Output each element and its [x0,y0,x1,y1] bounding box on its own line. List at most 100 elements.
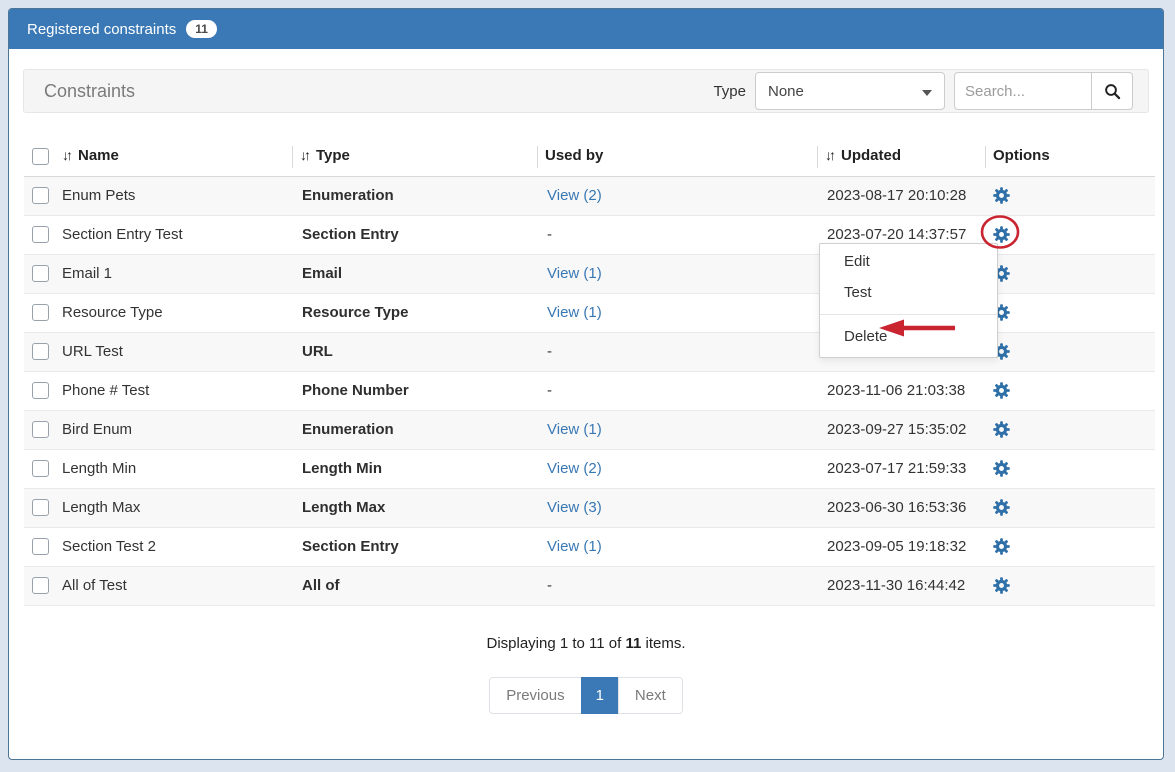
constraint-type: Enumeration [302,187,394,204]
select-all-checkbox[interactable] [32,148,49,165]
search-input[interactable] [954,72,1092,110]
constraint-name: URL Test [62,343,123,360]
row-checkbox[interactable] [32,382,49,399]
updated-timestamp: 2023-09-27 15:35:02 [827,421,966,438]
row-checkbox[interactable] [32,538,49,555]
constraint-name: Bird Enum [62,421,132,438]
constraint-type: Section Entry [302,538,399,555]
type-filter-select[interactable]: None [755,72,945,110]
sort-icon: ↓↑ [62,147,70,163]
constraint-type: Length Max [302,499,385,516]
options-gear-button[interactable] [993,538,1010,555]
row-checkbox[interactable] [32,343,49,360]
updated-timestamp: 2023-09-05 19:18:32 [827,538,966,555]
used-by-none: - [547,577,552,594]
table-toolbar: Constraints Type None [23,69,1149,113]
gear-icon [993,499,1010,516]
table-row: Length MinLength MinView (2)2023-07-17 2… [24,449,1155,488]
row-checkbox[interactable] [32,577,49,594]
results-summary: Displaying 1 to 11 of 11 items. [9,635,1163,652]
search-icon [1104,83,1121,100]
count-badge: 11 [186,20,217,38]
row-checkbox[interactable] [32,265,49,282]
header-select-all [24,137,54,176]
row-checkbox[interactable] [32,226,49,243]
options-gear-button[interactable] [993,577,1010,594]
constraint-name: Phone # Test [62,382,149,399]
options-dropdown-menu: Edit Test Delete [819,243,998,358]
options-gear-button[interactable] [993,499,1010,516]
constraint-type: Phone Number [302,382,409,399]
options-gear-button[interactable] [993,421,1010,438]
table-row: Section Test 2Section EntryView (1)2023-… [24,527,1155,566]
menu-item-edit[interactable]: Edit [820,246,997,277]
column-header-type[interactable]: ↓↑Type [292,137,537,176]
constraints-panel: Registered constraints 11 Constraints Ty… [8,8,1164,760]
options-gear-button[interactable] [993,226,1010,243]
pagination: Previous 1 Next [9,677,1163,714]
pagination-previous[interactable]: Previous [489,677,581,714]
constraint-name: Enum Pets [62,187,135,204]
used-by-view-link[interactable]: View (2) [547,187,602,204]
constraint-type: Email [302,265,342,282]
gear-icon [993,577,1010,594]
constraint-type: Resource Type [302,304,408,321]
pagination-page-1[interactable]: 1 [581,677,619,714]
constraints-table: ↓↑Name ↓↑Type Used by ↓↑Updated Options [24,137,1149,606]
column-header-updated[interactable]: ↓↑Updated [817,137,985,176]
used-by-view-link[interactable]: View (1) [547,538,602,555]
used-by-view-link[interactable]: View (2) [547,460,602,477]
menu-item-delete[interactable]: Delete [820,321,997,352]
gear-icon [993,538,1010,555]
panel-header: Registered constraints 11 [9,9,1163,49]
used-by-view-link[interactable]: View (1) [547,304,602,321]
constraint-type: All of [302,577,340,594]
constraint-name: Section Entry Test [62,226,183,243]
pagination-next[interactable]: Next [618,677,683,714]
constraint-name: All of Test [62,577,127,594]
sort-icon: ↓↑ [825,147,833,163]
updated-timestamp: 2023-11-06 21:03:38 [827,382,965,399]
updated-timestamp: 2023-07-17 21:59:33 [827,460,966,477]
menu-divider [820,314,997,315]
row-checkbox[interactable] [32,460,49,477]
table-body: Enum PetsEnumerationView (2)2023-08-17 2… [24,176,1155,605]
constraint-name: Length Max [62,499,140,516]
row-checkbox[interactable] [32,421,49,438]
constraint-name: Resource Type [62,304,163,321]
used-by-none: - [547,343,552,360]
updated-timestamp: 2023-07-20 14:37:57 [827,226,966,243]
panel-title: Registered constraints [27,21,176,38]
constraint-type: URL [302,343,333,360]
menu-item-test[interactable]: Test [820,277,997,308]
row-checkbox[interactable] [32,499,49,516]
used-by-view-link[interactable]: View (1) [547,421,602,438]
table-row: All of Test All of - 2023-11-30 16:44:42 [24,566,1155,605]
column-header-options: Options [985,137,1155,176]
constraint-type: Enumeration [302,421,394,438]
chevron-down-icon [922,90,932,96]
used-by-none: - [547,382,552,399]
gear-icon [993,460,1010,477]
column-header-used-by: Used by [537,137,817,176]
column-header-name[interactable]: ↓↑Name [54,137,292,176]
constraint-name: Email 1 [62,265,112,282]
used-by-none: - [547,226,552,243]
options-gear-button[interactable] [993,382,1010,399]
toolbar-title: Constraints [44,81,135,102]
updated-timestamp: 2023-06-30 16:53:36 [827,499,966,516]
used-by-view-link[interactable]: View (3) [547,499,602,516]
row-checkbox[interactable] [32,304,49,321]
type-filter-label: Type [713,83,746,100]
type-filter-value: None [768,83,804,100]
options-gear-button[interactable] [993,187,1010,204]
options-gear-button[interactable] [993,460,1010,477]
table-row: Enum PetsEnumerationView (2)2023-08-17 2… [24,176,1155,215]
gear-icon [993,226,1010,243]
row-checkbox[interactable] [32,187,49,204]
used-by-view-link[interactable]: View (1) [547,265,602,282]
gear-icon [993,382,1010,399]
table-row: Bird Enum Enumeration View (1) 2023-09-27 1… [24,410,1155,449]
search-button[interactable] [1091,72,1133,110]
updated-timestamp: 2023-11-30 16:44:42 [827,577,965,594]
